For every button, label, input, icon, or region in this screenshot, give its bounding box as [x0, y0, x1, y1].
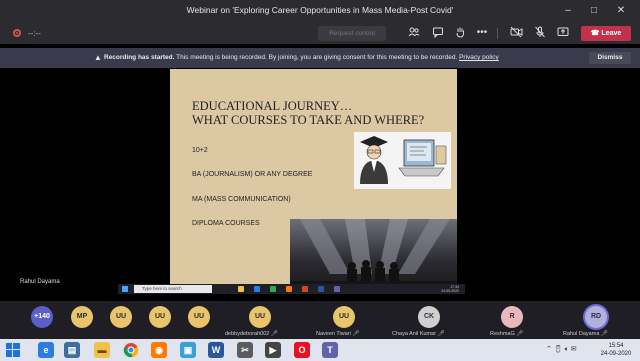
presentation-slide: EDUCATIONAL JOURNEY… WHAT COURSES TO TAK…	[170, 69, 457, 290]
word-icon	[318, 286, 324, 292]
mic-off-icon[interactable]	[533, 26, 547, 40]
privacy-policy-link[interactable]: Privacy policy	[459, 54, 499, 61]
participant-name: ReshmaG 🎤︎	[490, 331, 524, 337]
chrome-icon[interactable]	[123, 342, 139, 358]
shared-clock-date: 24-09-2020	[441, 289, 459, 293]
participant-avatar[interactable]: R	[501, 306, 523, 328]
participant-name: Chaya Anil Kumar 🎤︎	[392, 331, 445, 337]
slide-item: BA (JOURNALISM) OR ANY DEGREE	[192, 171, 313, 178]
mic-muted-icon: 🎤︎	[516, 331, 524, 337]
edge-icon	[254, 286, 260, 292]
meeting-toolbar: --:-- Request control ••• ☎ Leave	[0, 22, 640, 44]
photos-icon[interactable]: ▣	[180, 342, 196, 358]
participant-name: Naveen Tiwari 🎤︎	[316, 331, 360, 337]
teams-icon	[334, 286, 340, 292]
banner-message: Recording has started. This meeting is b…	[104, 54, 499, 61]
os-clock[interactable]: 15:54 24-09-2020	[595, 342, 637, 358]
participant-avatar[interactable]: UU	[149, 306, 171, 328]
meeting-timer: --:--	[28, 29, 41, 38]
os-clock-time: 15:54	[608, 343, 624, 349]
more-icon[interactable]: •••	[475, 26, 489, 40]
media-player-icon[interactable]: ▶	[265, 342, 281, 358]
slide-title: EDUCATIONAL JOURNEY… WHAT COURSES TO TAK…	[192, 99, 424, 127]
word-icon[interactable]: W	[208, 342, 224, 358]
slide-item: MA (MASS COMMUNICATION)	[192, 196, 291, 203]
os-clock-date: 24-09-2020	[600, 351, 632, 357]
slide-item: DIPLOMA COURSES	[192, 220, 260, 227]
chat-icon[interactable]	[431, 26, 445, 40]
participant-avatar[interactable]: RD	[585, 306, 607, 328]
firefox-icon	[286, 286, 292, 292]
system-tray[interactable]: ⌃ 🔋︎ 🔈︎ ✉︎	[546, 345, 596, 355]
participant-avatar[interactable]: MP	[71, 306, 93, 328]
participant-name: Rahul Dayama 🎤︎	[563, 331, 608, 337]
speaker-name: Rahul Dayama	[20, 279, 60, 285]
banner-bold: Recording has started.	[104, 54, 175, 61]
file-explorer-icon	[238, 286, 244, 292]
mic-muted-icon: 🎤︎	[437, 331, 445, 337]
shared-screen-taskbar: Type here to search 17:34 24-09-2020	[118, 284, 465, 294]
windows-start-icon[interactable]	[6, 343, 20, 357]
slide-title-line2: WHAT COURSES TO TAKE AND WHERE?	[192, 113, 425, 127]
recording-banner: ▲ Recording has started. This meeting is…	[0, 48, 640, 68]
participant-avatar[interactable]: UU	[333, 306, 355, 328]
window-titlebar: Webinar on 'Exploring Career Opportuniti…	[0, 0, 640, 22]
chrome-icon	[270, 286, 276, 292]
mic-muted-icon: 🎤︎	[600, 331, 608, 337]
toolbar-divider	[497, 28, 498, 39]
slide-item: 10+2	[192, 147, 208, 154]
share-tray-icon[interactable]	[556, 26, 570, 40]
dismiss-button[interactable]: Dismiss	[589, 52, 631, 64]
mic-muted-icon: 🎤︎	[270, 331, 278, 337]
window-title: Webinar on 'Exploring Career Opportuniti…	[186, 5, 454, 15]
participant-roster: +140 MP UU UU UU UU debbydeborah002 🎤︎ U…	[0, 301, 640, 339]
file-explorer-icon[interactable]: ▤	[64, 342, 80, 358]
powerpoint-icon	[302, 286, 308, 292]
mic-muted-icon: 🎤︎	[352, 331, 360, 337]
leave-button[interactable]: ☎ Leave	[581, 26, 631, 41]
participant-overflow-count[interactable]: +140	[31, 306, 53, 328]
graduate-illustration	[354, 132, 451, 189]
leave-label: Leave	[601, 30, 622, 37]
participant-avatar[interactable]: CK	[418, 306, 440, 328]
minimize-icon[interactable]: –	[557, 2, 579, 20]
participant-name: debbydeborah002 🎤︎	[225, 331, 278, 337]
raise-hand-icon[interactable]	[453, 26, 467, 40]
request-control-button[interactable]: Request control	[318, 26, 386, 41]
participant-avatar[interactable]: UU	[188, 306, 210, 328]
participants-icon[interactable]	[407, 26, 421, 40]
firefox-icon[interactable]: ◉	[151, 342, 167, 358]
participant-avatar[interactable]: UU	[110, 306, 132, 328]
graduates-silhouette-photo	[290, 219, 457, 290]
warning-icon: ▲	[94, 53, 102, 62]
recording-icon	[13, 29, 21, 37]
ie-icon[interactable]: e	[38, 342, 54, 358]
banner-text: This meeting is being recorded. By joini…	[176, 54, 458, 61]
windows-start-icon	[122, 286, 128, 292]
teams-icon[interactable]: T	[322, 342, 338, 358]
maximize-icon[interactable]: □	[583, 2, 605, 20]
close-icon[interactable]: ✕	[610, 2, 632, 20]
slide-title-line1: EDUCATIONAL JOURNEY…	[192, 99, 353, 113]
shared-search-box: Type here to search	[134, 285, 212, 293]
snipping-tool-icon[interactable]: ✂	[237, 342, 253, 358]
camera-off-icon[interactable]	[509, 26, 523, 40]
folder-icon[interactable]: ▬	[94, 342, 110, 358]
participant-avatar[interactable]: UU	[249, 306, 271, 328]
shared-clock: 17:34 24-09-2020	[441, 285, 459, 293]
phone-hangup-icon: ☎	[590, 30, 602, 37]
opera-icon[interactable]: O	[294, 342, 310, 358]
os-taskbar: e ▤ ▬ ◉ ▣ W ✂ ▶ O T ⌃ 🔋︎ 🔈︎ ✉︎ 15:54 24-…	[0, 339, 640, 361]
